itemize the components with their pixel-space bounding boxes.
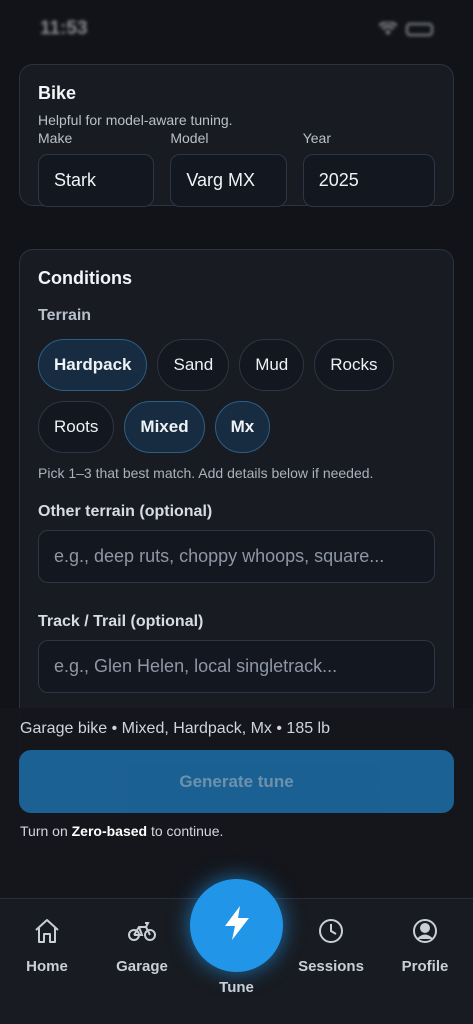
status-icons xyxy=(378,22,433,36)
year-input[interactable]: 2025 xyxy=(302,154,435,207)
home-icon xyxy=(33,917,61,950)
track-label: Track / Trail (optional) xyxy=(38,613,204,630)
model-label: Model xyxy=(170,130,209,146)
lightning-icon xyxy=(222,905,252,946)
notice-bold: Zero-based xyxy=(71,823,148,839)
bike-title: Bike xyxy=(38,83,77,103)
terrain-hint: Pick 1–3 that best match. Add details be… xyxy=(38,465,374,481)
other-terrain-label: Other terrain (optional) xyxy=(38,503,213,520)
make-field: Make Stark xyxy=(38,130,155,207)
battery-icon xyxy=(406,22,433,36)
bicycle-icon xyxy=(128,917,156,950)
chip-rocks[interactable]: Rocks xyxy=(314,339,394,391)
conditions-title: Conditions xyxy=(38,268,132,288)
chip-mud[interactable]: Mud xyxy=(239,339,305,391)
status-bar: 11:53 xyxy=(0,0,473,58)
chip-hardpack[interactable]: Hardpack xyxy=(38,339,148,391)
bike-subtitle: Helpful for model-aware tuning. xyxy=(38,112,233,128)
terrain-label: Terrain xyxy=(38,307,92,324)
year-field: Year 2025 xyxy=(302,130,435,207)
chip-mixed[interactable]: Mixed xyxy=(124,401,205,453)
other-terrain-input[interactable]: e.g., deep ruts, choppy whoops, square..… xyxy=(38,530,435,583)
model-field: Model Varg MX xyxy=(170,130,287,207)
tab-sessions-label: Sessions xyxy=(298,958,364,975)
profile-icon xyxy=(411,917,439,950)
tab-home[interactable]: Home xyxy=(2,917,92,975)
summary-text: Garage bike • Mixed, Hardpack, Mx • 185 … xyxy=(20,720,331,737)
bottom-sheet: Garage bike • Mixed, Hardpack, Mx • 185 … xyxy=(0,708,473,898)
year-label: Year xyxy=(302,130,332,146)
tab-profile[interactable]: Profile xyxy=(380,917,470,975)
tune-button[interactable] xyxy=(190,879,283,972)
model-input[interactable]: Varg MX xyxy=(170,154,287,207)
tab-garage[interactable]: Garage xyxy=(97,917,187,975)
notice-prefix: Turn on xyxy=(20,823,72,839)
track-input[interactable]: e.g., Glen Helen, local singletrack... xyxy=(38,640,435,693)
chip-mx[interactable]: Mx xyxy=(214,401,271,453)
wifi-icon xyxy=(378,22,398,36)
chip-sand[interactable]: Sand xyxy=(157,339,230,391)
tab-home-label: Home xyxy=(26,958,68,975)
tab-profile-label: Profile xyxy=(401,958,449,975)
chip-roots[interactable]: Roots xyxy=(38,401,115,453)
make-input[interactable]: Stark xyxy=(38,154,155,207)
notice-suffix: to continue. xyxy=(147,823,224,839)
bike-card: Bike Helpful for model-aware tuning. Mak… xyxy=(19,64,454,207)
make-label: Make xyxy=(38,130,73,146)
clock-icon xyxy=(317,917,345,950)
terrain-chips: Hardpack Sand Mud Rocks Roots Mixed Mx xyxy=(38,339,435,453)
tab-sessions[interactable]: Sessions xyxy=(286,917,376,975)
zero-based-notice: Turn on Zero-based to continue. xyxy=(20,823,223,839)
bike-fields: Make Stark Model Varg MX Year 2025 xyxy=(38,130,435,207)
status-time: 11:53 xyxy=(40,18,88,39)
tab-tune-label: Tune xyxy=(219,979,254,996)
generate-tune-button[interactable]: Generate tune xyxy=(19,750,454,813)
tab-garage-label: Garage xyxy=(116,958,168,975)
